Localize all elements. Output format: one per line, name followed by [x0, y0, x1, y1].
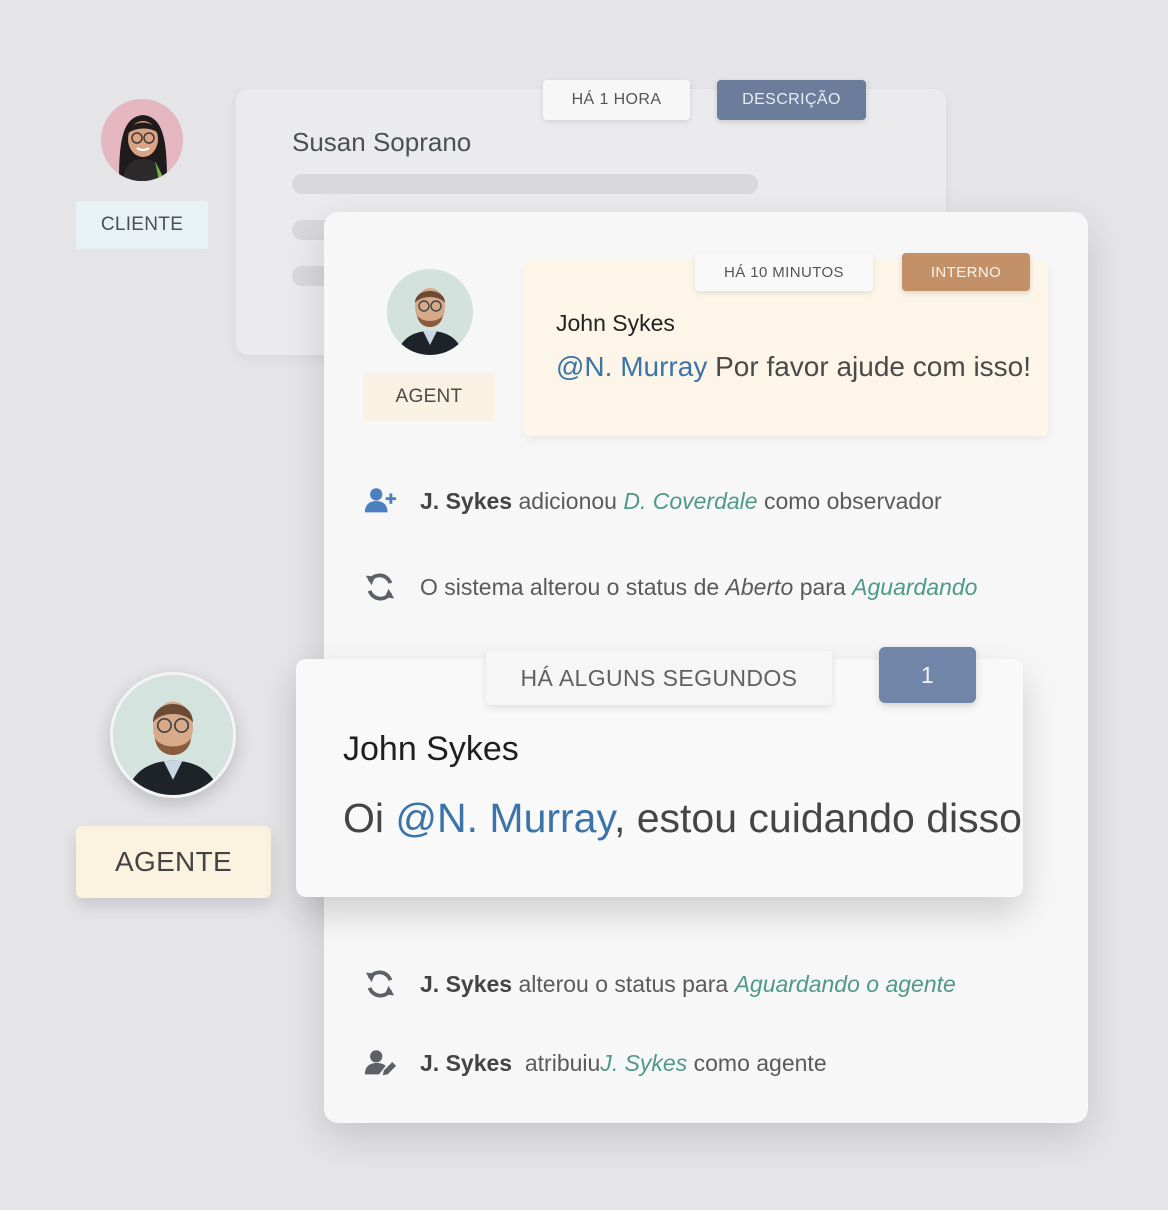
- mention-link[interactable]: @N. Murray: [556, 351, 707, 382]
- note-text: Por favor ajude com isso!: [707, 351, 1032, 382]
- customer-avatar: [101, 99, 183, 181]
- activity-row: O sistema alterou o status de Aberto par…: [362, 569, 977, 605]
- agent-avatar-large: [110, 672, 236, 798]
- activity-target[interactable]: D. Coverdale: [623, 488, 757, 515]
- activity-actor: J. Sykes: [420, 970, 513, 997]
- refresh-icon: [362, 966, 398, 1002]
- reply-prefix: Oi: [343, 795, 396, 841]
- placeholder-line: [292, 174, 758, 194]
- activity-to: Aguardando: [852, 573, 978, 600]
- activity-verb: alterou o status para: [512, 970, 735, 997]
- refresh-icon: [362, 569, 398, 605]
- activity-row: J. Sykes atribuiu J. Sykes como agente: [362, 1045, 827, 1081]
- description-type-tag: DESCRIÇÃO: [717, 80, 866, 120]
- reply-time-tag: HÁ ALGUNS SEGUNDOS: [486, 651, 832, 705]
- reply-message: Oi @N. Murray, estou cuidando disso: [343, 795, 1022, 842]
- agent-role-badge-large: AGENTE: [76, 826, 271, 898]
- activity-prefix: O sistema alterou o status de: [420, 573, 726, 600]
- customer-role-badge: CLIENTE: [76, 201, 208, 249]
- description-time-tag: HÁ 1 HORA: [543, 80, 690, 120]
- reply-count-badge: 1: [879, 647, 976, 703]
- reply-text: , estou cuidando disso: [613, 795, 1022, 841]
- agent-avatar: [387, 269, 473, 355]
- user-plus-icon: [362, 483, 398, 519]
- activity-suffix: como observador: [757, 487, 942, 514]
- reply-author: John Sykes: [343, 730, 519, 768]
- note-author: John Sykes: [556, 310, 675, 336]
- activity-verb: adicionou: [512, 487, 624, 514]
- activity-from: Aberto: [725, 573, 794, 600]
- note-time-tag: HÁ 10 MINUTOS: [695, 253, 873, 291]
- activity-target[interactable]: J. Sykes: [600, 1050, 687, 1077]
- activity-verb: atribuiu: [512, 1049, 601, 1076]
- customer-name: Susan Soprano: [292, 127, 472, 157]
- user-edit-icon: [362, 1045, 398, 1081]
- agent-role-badge: AGENT: [363, 373, 495, 421]
- activity-suffix: como agente: [687, 1049, 827, 1076]
- activity-actor: J. Sykes: [420, 1049, 513, 1076]
- activity-actor: J. Sykes: [420, 487, 513, 514]
- mention-link[interactable]: @N. Murray: [395, 795, 614, 841]
- activity-row: J. Sykes adicionou D. Coverdale como obs…: [362, 483, 942, 519]
- activity-middle: para: [793, 573, 853, 600]
- note-type-tag: INTERNO: [902, 253, 1030, 291]
- activity-target: Aguardando o agente: [734, 970, 956, 997]
- activity-row: J. Sykes alterou o status para Aguardand…: [362, 966, 956, 1002]
- note-message: @N. Murray Por favor ajude com isso!: [556, 351, 1031, 383]
